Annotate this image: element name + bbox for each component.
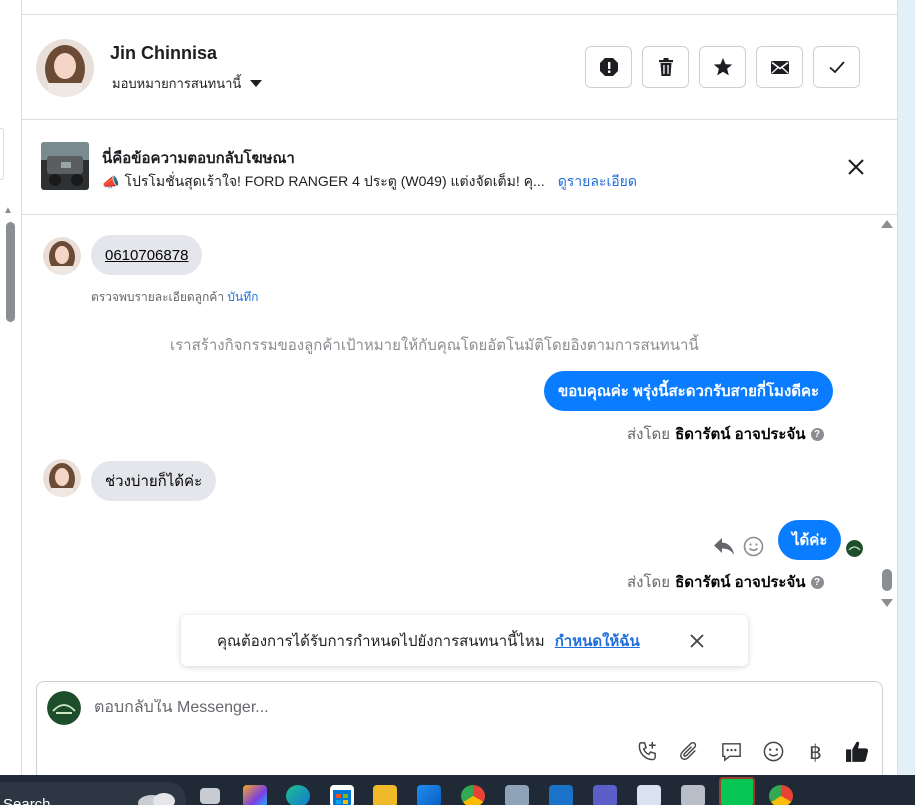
message-composer: ฿ bbox=[36, 681, 883, 781]
react-emoji-icon[interactable] bbox=[743, 536, 764, 557]
sender-name: ธิดารัตน์ อาจประจัน bbox=[675, 574, 806, 591]
divider bbox=[22, 119, 897, 120]
star-icon bbox=[713, 58, 732, 76]
app-w-icon[interactable] bbox=[549, 785, 573, 805]
taskbar-search-label: Search bbox=[3, 796, 51, 805]
help-icon[interactable]: ? bbox=[810, 575, 824, 589]
phone-number-link[interactable]: 0610706878 bbox=[105, 247, 188, 264]
customer-avatar-small[interactable] bbox=[43, 237, 81, 275]
left-scrollbar-thumb[interactable] bbox=[6, 222, 15, 322]
delete-button[interactable] bbox=[642, 46, 689, 88]
sent-by-prefix: ส่งโดย bbox=[627, 574, 671, 591]
scroll-up-icon[interactable]: ▲ bbox=[3, 205, 13, 216]
store-icon[interactable] bbox=[330, 785, 354, 805]
mark-spam-button[interactable] bbox=[585, 46, 632, 88]
emoji-icon[interactable] bbox=[761, 739, 786, 764]
copilot-icon[interactable] bbox=[243, 785, 267, 805]
customer-avatar-small[interactable] bbox=[43, 459, 81, 497]
assign-to-me-prompt: คุณต้องการได้รับการกำหนดไปยังการสนทนานี้… bbox=[181, 615, 748, 666]
file-explorer-icon[interactable] bbox=[373, 785, 397, 805]
sender-name: ธิดารัตน์ อาจประจัน bbox=[675, 426, 806, 443]
save-detail-link[interactable]: บันทึก bbox=[227, 290, 258, 304]
ad-description-text: โปรโมชั่นสุดเร้าใจ! FORD RANGER 4 ประตู … bbox=[124, 173, 545, 189]
mail-icon bbox=[770, 61, 789, 74]
page-avatar bbox=[846, 540, 863, 557]
close-icon bbox=[690, 634, 704, 648]
calculator-icon[interactable] bbox=[681, 785, 705, 805]
assign-label: มอบหมายการสนทนานี้ bbox=[112, 76, 242, 91]
call-add-icon[interactable] bbox=[635, 739, 660, 764]
chat-scroll-up-icon[interactable] bbox=[881, 220, 893, 228]
outgoing-message[interactable]: ได้ค่ะ bbox=[778, 520, 842, 560]
conversation-actions bbox=[585, 46, 860, 88]
reply-icon[interactable] bbox=[713, 536, 735, 556]
notepad-icon[interactable] bbox=[637, 785, 661, 805]
sent-by-label: ส่งโดย ธิดารัตน์ อาจประจัน ? bbox=[627, 422, 824, 446]
os-taskbar: Search bbox=[0, 775, 915, 805]
customer-detail-detected: ตรวจพบรายละเอียดลูกค้า บันทึก bbox=[91, 288, 258, 307]
inbox-conversation-view: ▲ Jin Chinnisa มอบหมายการสนทนานี้ นี่คือ… bbox=[0, 0, 915, 805]
chat-scroll-down-icon[interactable] bbox=[881, 599, 893, 607]
assign-conversation-dropdown[interactable]: มอบหมายการสนทนานี้ bbox=[112, 73, 263, 94]
edge-icon[interactable] bbox=[286, 785, 310, 805]
task-view-icon[interactable] bbox=[200, 788, 220, 804]
divider bbox=[22, 14, 897, 15]
close-ad-banner-button[interactable] bbox=[845, 156, 867, 178]
close-icon bbox=[848, 159, 864, 175]
help-icon[interactable]: ? bbox=[810, 427, 824, 441]
teams-icon[interactable] bbox=[593, 785, 617, 805]
system-note: เราสร้างกิจกรรมของลูกค้าเป้าหมายให้กับคุ… bbox=[170, 337, 699, 354]
close-prompt-button[interactable] bbox=[689, 633, 705, 649]
weather-cloud-icon bbox=[138, 793, 175, 805]
taskbar-search[interactable]: Search bbox=[0, 782, 186, 805]
assign-to-me-link[interactable]: กำหนดให้ฉัน bbox=[555, 629, 640, 653]
customer-name: Jin Chinnisa bbox=[110, 43, 218, 63]
check-icon bbox=[828, 61, 845, 74]
chat-scrollbar-thumb[interactable] bbox=[882, 569, 892, 591]
sent-by-prefix: ส่งโดย bbox=[627, 426, 671, 443]
outlook-icon[interactable] bbox=[417, 785, 441, 805]
sent-by-label: ส่งโดย ธิดารัตน์ อาจประจัน ? bbox=[627, 570, 824, 594]
ad-reply-title: นี่คือข้อความตอบกลับโฆษณา bbox=[102, 150, 295, 167]
mark-unread-button[interactable] bbox=[756, 46, 803, 88]
detect-label: ตรวจพบรายละเอียดลูกค้า bbox=[91, 290, 225, 304]
chrome-profile-icon[interactable] bbox=[769, 785, 793, 805]
like-icon[interactable] bbox=[845, 739, 870, 764]
incoming-message[interactable]: 0610706878 bbox=[91, 235, 203, 275]
camera-icon[interactable] bbox=[505, 785, 529, 805]
page-avatar bbox=[47, 691, 81, 725]
reply-input[interactable] bbox=[94, 699, 794, 717]
spam-icon bbox=[599, 58, 618, 76]
panel-tab[interactable] bbox=[0, 128, 4, 180]
megaphone-icon: 📣 bbox=[102, 173, 120, 190]
right-panel-edge bbox=[897, 0, 915, 775]
left-panel-edge: ▲ bbox=[0, 0, 22, 775]
caret-down-icon bbox=[250, 80, 263, 87]
divider bbox=[22, 214, 897, 215]
customer-avatar[interactable] bbox=[36, 39, 94, 97]
mark-done-button[interactable] bbox=[813, 46, 860, 88]
assign-prompt-text: คุณต้องการได้รับการกำหนดไปยังการสนทนานี้… bbox=[217, 632, 545, 650]
line-app-icon[interactable] bbox=[719, 777, 755, 805]
attach-icon[interactable] bbox=[677, 739, 702, 764]
saved-reply-icon[interactable] bbox=[719, 739, 744, 764]
chrome-icon[interactable] bbox=[461, 785, 485, 805]
baht-icon[interactable]: ฿ bbox=[803, 739, 828, 764]
ad-thumbnail[interactable] bbox=[41, 142, 89, 190]
trash-icon bbox=[658, 58, 673, 76]
view-details-link[interactable]: ดูรายละเอียด bbox=[558, 171, 637, 193]
outgoing-message[interactable]: ขอบคุณค่ะ พรุ่งนี้สะดวกรับสายกี่โมงดีคะ bbox=[544, 371, 834, 411]
composer-tools: ฿ bbox=[635, 739, 870, 764]
incoming-message[interactable]: ช่วงบ่ายก็ได้ค่ะ bbox=[91, 461, 217, 501]
star-button[interactable] bbox=[699, 46, 746, 88]
ad-description: 📣 โปรโมชั่นสุดเร้าใจ! FORD RANGER 4 ประต… bbox=[102, 171, 637, 193]
